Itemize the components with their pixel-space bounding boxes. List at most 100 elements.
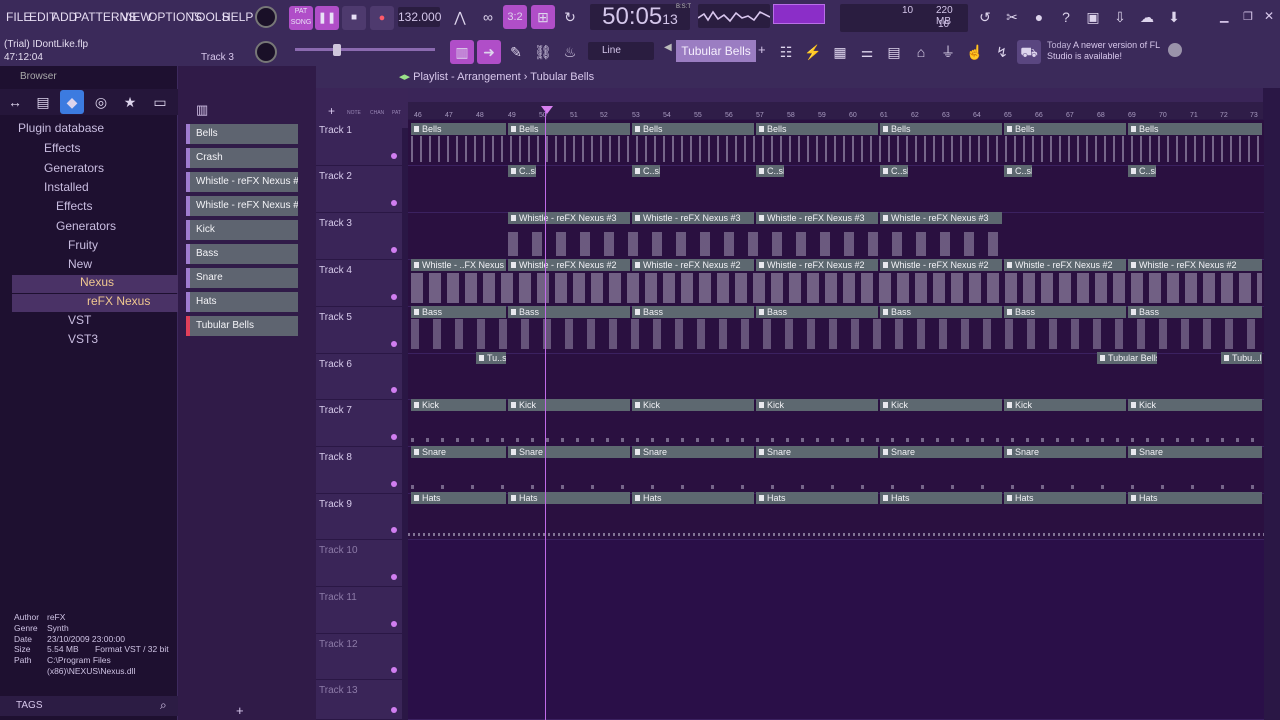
help-icon[interactable]: ? — [1054, 5, 1078, 29]
microphone-icon[interactable]: ● — [1027, 5, 1051, 29]
playlist-icon[interactable]: ☷ — [774, 40, 798, 64]
clip-whistle-2[interactable]: Whistle - reFX Nexus #2 — [880, 259, 1002, 271]
clip-hats[interactable]: Hats — [756, 492, 878, 504]
channel-whistle-3[interactable]: Whistle - reFX Nexus #3 — [186, 196, 298, 216]
track-header-13[interactable]: Track 13 — [316, 680, 402, 720]
bookmark-icon[interactable]: ▭ — [148, 90, 172, 114]
tree-item-refx-nexus[interactable]: reFX Nexus — [12, 294, 178, 312]
tree-item-vst3[interactable]: VST3 — [68, 332, 98, 346]
add-pattern-icon[interactable]: + — [758, 42, 766, 57]
world-icon[interactable]: ◎ — [89, 90, 113, 114]
mixer-icon[interactable]: ⚌ — [855, 40, 879, 64]
track-header-4[interactable]: Track 4 — [316, 260, 402, 307]
clip-hats[interactable]: Hats — [632, 492, 754, 504]
tree-item-installed-effects[interactable]: Effects — [56, 199, 92, 213]
prev-pattern-icon[interactable]: ◀ — [664, 42, 672, 53]
channel-hats[interactable]: Hats — [186, 292, 298, 312]
menu-file[interactable]: FILE — [6, 10, 31, 24]
clip-hats[interactable]: Hats — [1128, 492, 1262, 504]
clip-kick[interactable]: Kick — [1128, 399, 1262, 411]
clip-whistle-2[interactable]: Whistle - reFX Nexus #2 — [508, 259, 630, 271]
clip-tubular-bells[interactable]: Tubular Bells — [1097, 352, 1157, 364]
track-header-3[interactable]: Track 3 — [316, 213, 402, 260]
clip-kick[interactable]: Kick — [411, 399, 506, 411]
maximize-icon[interactable]: ❐ — [1243, 10, 1253, 23]
clip-bells[interactable]: Bells — [756, 123, 878, 135]
clip-kick[interactable]: Kick — [756, 399, 878, 411]
track-header-1[interactable]: Track 1 — [316, 120, 402, 166]
vertical-scrollbar[interactable] — [1266, 120, 1280, 720]
track-header-10[interactable]: Track 10 — [316, 540, 402, 587]
clip-bass[interactable]: Bass — [756, 306, 878, 318]
cut-icon[interactable]: ✂ — [1000, 5, 1024, 29]
master-slider[interactable] — [295, 48, 435, 51]
update-news[interactable]: Today A newer version of FL Studio is av… — [1047, 40, 1169, 62]
tree-item-new[interactable]: New — [68, 257, 92, 271]
add-track-icon[interactable]: + — [328, 104, 335, 118]
channel-whistle-2[interactable]: Whistle - reFX Nexus #2 — [186, 172, 298, 192]
clip-kick[interactable]: Kick — [508, 399, 630, 411]
tree-item-vst[interactable]: VST — [68, 313, 91, 327]
overview-bar[interactable] — [408, 88, 1263, 102]
clip-hats[interactable]: Hats — [508, 492, 630, 504]
save-icon[interactable]: ▣ — [1081, 5, 1105, 29]
track-header-5[interactable]: Track 5 — [316, 307, 402, 354]
clip-crash[interactable]: C..sh — [880, 165, 908, 177]
pat-song-toggle[interactable]: PAT SONG — [289, 6, 313, 30]
arrow-tool-icon[interactable]: ➜ — [477, 40, 501, 64]
channel-rack-icon[interactable]: ▦ — [828, 40, 852, 64]
track-header-8[interactable]: Track 8 — [316, 447, 402, 494]
tree-item-installed[interactable]: Installed — [44, 180, 89, 194]
countdown-icon[interactable]: 3:2 — [503, 5, 527, 29]
clip-tubular-bells[interactable]: Tubu...lls — [1221, 352, 1262, 364]
collapse-icon[interactable]: ↔ — [3, 90, 27, 114]
clip-bass[interactable]: Bass — [411, 306, 506, 318]
pencil-icon[interactable]: ✎ — [504, 40, 528, 64]
clip-crash[interactable]: C..sh — [1004, 165, 1032, 177]
clip-bells[interactable]: Bells — [1004, 123, 1126, 135]
channel-crash[interactable]: Crash — [186, 148, 298, 168]
clip-crash[interactable]: C..sh — [1128, 165, 1156, 177]
channel-bells[interactable]: Bells — [186, 124, 298, 144]
clip-snare[interactable]: Snare — [1004, 446, 1126, 458]
clip-bells[interactable]: Bells — [632, 123, 754, 135]
clip-whistle-2[interactable]: Whistle - reFX Nexus #2 — [756, 259, 878, 271]
clip-whistle-2[interactable]: Whistle - reFX Nexus #2 — [1004, 259, 1126, 271]
clip-bass[interactable]: Bass — [880, 306, 1002, 318]
clip-bass[interactable]: Bass — [632, 306, 754, 318]
clip-crash[interactable]: C..sh — [632, 165, 660, 177]
clip-crash[interactable]: C..sh — [756, 165, 784, 177]
snap-select[interactable]: Line — [588, 42, 654, 60]
clip-snare[interactable]: Snare — [632, 446, 754, 458]
globe-icon[interactable] — [1168, 43, 1182, 57]
wait-input-icon[interactable]: ∞ — [476, 5, 500, 29]
link-icon[interactable]: ⛓ — [531, 40, 555, 64]
clip-bells[interactable]: Bells — [411, 123, 506, 135]
clip-whistle-3[interactable]: Whistle - reFX Nexus #3 — [508, 212, 630, 224]
minimize-icon[interactable]: ▁ — [1220, 10, 1228, 23]
clip-whistle-3[interactable]: Whistle - reFX Nexus #3 — [632, 212, 754, 224]
stop-icon[interactable]: ■ — [342, 6, 366, 30]
channel-bass[interactable]: Bass — [186, 244, 298, 264]
search-icon[interactable]: ⌕ — [160, 698, 167, 713]
clip-whistle-3[interactable]: Whistle - reFX Nexus #3 — [880, 212, 1002, 224]
clip-whistle-2[interactable]: Whistle - ..FX Nexus #2 — [411, 259, 506, 271]
tree-item-effects[interactable]: Effects — [44, 141, 80, 155]
piano-icon[interactable]: ▥ — [196, 102, 208, 118]
clip-kick[interactable]: Kick — [1004, 399, 1126, 411]
metronome-icon[interactable]: ⋀ — [448, 5, 472, 29]
track-header-9[interactable]: Track 9 — [316, 494, 402, 540]
tempo-tapper-icon[interactable]: ↯ — [990, 40, 1014, 64]
pattern-select[interactable]: Tubular Bells — [676, 40, 756, 62]
menu-help[interactable]: HELP — [222, 10, 253, 24]
track-header-6[interactable]: Track 6 — [316, 354, 402, 400]
tree-item-installed-generators[interactable]: Generators — [56, 219, 116, 233]
clip-snare[interactable]: Snare — [508, 446, 630, 458]
piano-roll-window-icon[interactable]: ⚡ — [801, 40, 825, 64]
clip-hats[interactable]: Hats — [411, 492, 506, 504]
track-header-7[interactable]: Track 7 — [316, 400, 402, 447]
clip-snare[interactable]: Snare — [880, 446, 1002, 458]
clip-kick[interactable]: Kick — [632, 399, 754, 411]
render-icon[interactable]: ⇩ — [1108, 5, 1132, 29]
touch-icon[interactable]: ☝ — [963, 40, 987, 64]
